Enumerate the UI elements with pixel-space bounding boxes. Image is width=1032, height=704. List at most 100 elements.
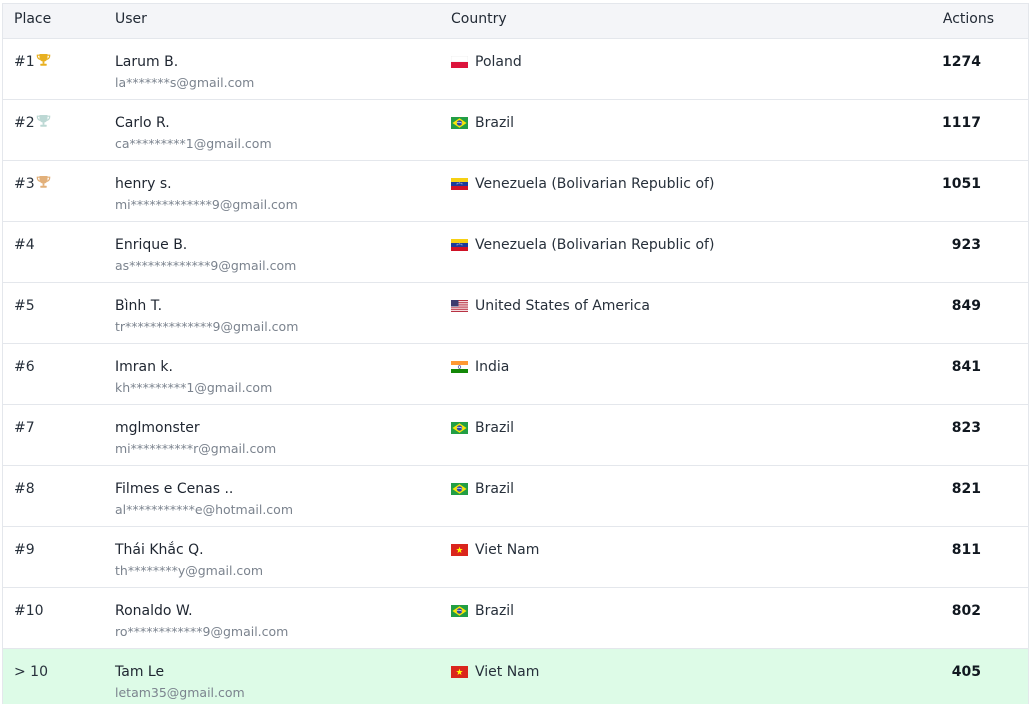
actions-count: 849: [951, 298, 981, 314]
header-country: Country: [451, 11, 507, 27]
place-cell: #10: [14, 603, 44, 619]
user-cell: mglmonster mi**********r@gmail.com: [115, 420, 276, 456]
country-name: Viet Nam: [475, 664, 540, 680]
table-row: #10 Ronaldo W. ro************9@gmail.com Br…: [3, 588, 1028, 649]
country-cell: India: [451, 359, 509, 377]
place-text: #6: [14, 359, 35, 375]
actions-count: 405: [951, 664, 981, 680]
user-email: tr**************9@gmail.com: [115, 319, 299, 334]
country-name: Brazil: [475, 603, 515, 619]
actions-count: 1051: [942, 176, 981, 192]
place-text: #9: [14, 542, 35, 558]
actions-count: 821: [951, 481, 981, 497]
user-cell: henry s. mi*************9@gmail.com: [115, 176, 298, 212]
place-cell: #9: [14, 542, 35, 558]
user-name: Imran k.: [115, 359, 173, 375]
place-text: #7: [14, 420, 35, 436]
table-row: #1 Larum B. la*******s@gmail.com Poland 1274: [3, 39, 1028, 100]
country-cell: Poland: [450, 54, 522, 72]
table-row: #7 mglmonster mi**********r@gmail.com Brazi…: [3, 405, 1028, 466]
brazil-flag-icon: [451, 483, 468, 499]
country-cell: Brazil: [451, 481, 514, 499]
actions-count: 1117: [942, 115, 981, 131]
actions-count: 802: [951, 603, 981, 619]
header-actions: Actions: [942, 11, 994, 27]
country-cell: Viet Nam: [451, 542, 539, 560]
venezuela-flag-icon: [451, 178, 468, 194]
actions-count: 811: [951, 542, 981, 558]
user-email: la*******s@gmail.com: [115, 75, 255, 90]
actions-count: 1274: [942, 54, 981, 70]
country-cell: Brazil: [451, 420, 514, 438]
country-name: Brazil: [475, 115, 515, 131]
place-cell: #3: [14, 176, 51, 193]
user-email: kh*********1@gmail.com: [115, 380, 273, 395]
place-text: #8: [14, 481, 35, 497]
user-name: Filmes e Cenas ..: [115, 481, 234, 497]
user-cell: Tam Le letam35@gmail.com: [115, 664, 245, 700]
country-name: Venezuela (Bolivarian Republic of): [475, 176, 715, 192]
poland-flag-icon: [450, 55, 469, 72]
user-name: mglmonster: [115, 420, 200, 436]
vietnam-flag-icon: [451, 544, 468, 560]
user-name: Ronaldo W.: [115, 603, 193, 619]
place-text: > 10: [14, 664, 48, 680]
place-text: #4: [14, 237, 35, 253]
silver-trophy-icon: [36, 114, 51, 132]
user-name: henry s.: [115, 176, 172, 192]
user-name: Larum B.: [115, 54, 179, 70]
vietnam-flag-icon: [451, 666, 468, 682]
country-cell: Brazil: [451, 115, 514, 133]
current-user-row: > 10 Tam Le letam35@gmail.com Viet Nam 405: [3, 649, 1028, 704]
actions-count: 841: [951, 359, 981, 375]
user-cell: Carlo R. ca*********1@gmail.com: [115, 115, 272, 151]
user-email: mi**********r@gmail.com: [115, 441, 277, 456]
user-email: th********y@gmail.com: [115, 563, 264, 578]
header-user: User: [115, 11, 147, 27]
user-name: Thái Khắc Q.: [115, 542, 204, 558]
table-row: #6 Imran k. kh*********1@gmail.com India 841: [3, 344, 1028, 405]
user-email: as*************9@gmail.com: [115, 258, 297, 273]
user-cell: Larum B. la*******s@gmail.com: [115, 54, 254, 90]
bronze-trophy-icon: [36, 175, 51, 193]
country-cell: United States of America: [451, 298, 650, 316]
user-cell: Filmes e Cenas .. al***********e@hotmail.…: [115, 481, 293, 517]
country-name: Poland: [475, 54, 522, 70]
brazil-flag-icon: [451, 605, 468, 621]
place-cell: #2: [14, 115, 51, 132]
country-name: India: [475, 359, 510, 375]
place-text: #3: [14, 176, 35, 192]
table-body: #1 Larum B. la*******s@gmail.com Poland 1274…: [3, 39, 1028, 704]
user-email: mi*************9@gmail.com: [115, 197, 298, 212]
brazil-flag-icon: [451, 422, 468, 438]
country-cell: Viet Nam: [451, 664, 539, 682]
country-name: Venezuela (Bolivarian Republic of): [475, 237, 715, 253]
place-cell: #7: [14, 420, 35, 436]
place-cell: #1: [14, 54, 51, 71]
user-cell: Ronaldo W. ro************9@gmail.com: [115, 603, 288, 639]
gold-trophy-icon: [36, 53, 51, 71]
place-cell: #5: [14, 298, 35, 314]
country-name: Viet Nam: [475, 542, 540, 558]
user-name: Bình T.: [115, 298, 163, 314]
india-flag-icon: [451, 361, 468, 377]
user-name: Tam Le: [115, 664, 165, 680]
country-cell: Venezuela (Bolivarian Republic of): [451, 176, 714, 194]
user-email: al***********e@hotmail.com: [115, 502, 293, 517]
table-row: #4 Enrique B. as*************9@gmail.com Ve…: [3, 222, 1028, 283]
actions-count: 923: [951, 237, 981, 253]
venezuela-flag-icon: [451, 239, 468, 255]
place-text: #10: [14, 603, 44, 619]
user-email: ca*********1@gmail.com: [115, 136, 272, 151]
header-place: Place: [14, 11, 52, 27]
place-cell: #6: [14, 359, 35, 375]
user-email: ro************9@gmail.com: [115, 624, 289, 639]
user-email: letam35@gmail.com: [115, 685, 245, 700]
country-name: Brazil: [475, 420, 515, 436]
table-row: #3 henry s. mi*************9@gmail.com Vene…: [3, 161, 1028, 222]
place-text: #1: [14, 54, 35, 70]
user-name: Carlo R.: [115, 115, 170, 131]
user-cell: Bình T. tr**************9@gmail.com: [115, 298, 298, 334]
table-row: #5 Bình T. tr**************9@gmail.com Unit…: [3, 283, 1028, 344]
actions-count: 823: [951, 420, 981, 436]
